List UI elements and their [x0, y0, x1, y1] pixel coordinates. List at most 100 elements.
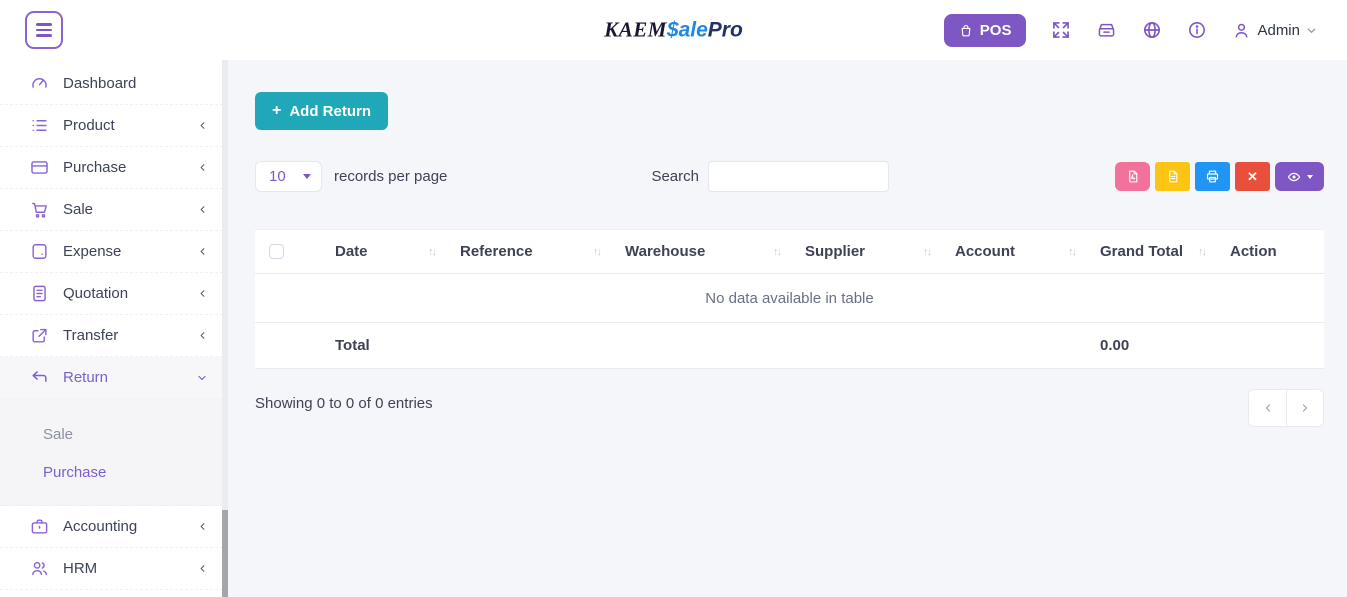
- chevron-left-icon: [197, 204, 208, 215]
- sidebar-item-return[interactable]: Return: [0, 357, 228, 399]
- user-icon: [1232, 21, 1251, 40]
- chevron-left-icon: [197, 120, 208, 131]
- printer-icon: [1205, 169, 1220, 184]
- table-footer: Showing 0 to 0 of 0 entries: [255, 389, 1324, 427]
- select-all-checkbox[interactable]: [269, 244, 284, 259]
- pagination: [1248, 389, 1324, 427]
- submenu-item-sale[interactable]: Sale: [0, 415, 228, 453]
- column-header-reference[interactable]: Reference ↑↓: [445, 230, 610, 274]
- sidebar-item-expense[interactable]: Expense: [0, 231, 228, 273]
- submenu-item-label: Sale: [43, 426, 73, 443]
- sidebar-scrollbar-thumb[interactable]: [222, 510, 228, 597]
- logo-sale: $ale: [667, 19, 708, 42]
- sort-icon[interactable]: ↑↓: [428, 246, 435, 258]
- column-visibility-button[interactable]: [1275, 162, 1324, 191]
- empty-message: No data available in table: [255, 274, 1324, 323]
- sidebar-item-sale[interactable]: Sale: [0, 189, 228, 231]
- chevron-left-icon: [197, 521, 208, 532]
- sidebar-item-accounting[interactable]: Accounting: [0, 506, 228, 548]
- admin-menu[interactable]: Admin: [1232, 21, 1317, 40]
- column-header-action: Action: [1215, 230, 1324, 274]
- sidebar-item-dashboard[interactable]: Dashboard: [0, 63, 228, 105]
- empty-state-row: No data available in table: [255, 274, 1324, 323]
- search-input[interactable]: [708, 161, 889, 192]
- sidebar-item-label: Quotation: [63, 285, 197, 302]
- globe-icon[interactable]: [1142, 20, 1162, 40]
- expense-file-icon: [30, 242, 49, 261]
- sidebar-item-label: HRM: [63, 560, 197, 577]
- column-label: Grand Total: [1100, 243, 1183, 260]
- select-all-header: [255, 230, 320, 274]
- logo-pro: Pro: [708, 19, 743, 42]
- sort-icon[interactable]: ↑↓: [923, 246, 930, 258]
- total-row: Total 0.00: [255, 323, 1324, 369]
- chevron-down-icon: [1306, 25, 1317, 36]
- total-value: 0.00: [1085, 323, 1215, 369]
- column-header-supplier[interactable]: Supplier ↑↓: [790, 230, 940, 274]
- export-file-button[interactable]: [1155, 162, 1190, 191]
- sidebar-item-label: Product: [63, 117, 197, 134]
- chevron-left-icon: [197, 288, 208, 299]
- column-header-warehouse[interactable]: Warehouse ↑↓: [610, 230, 790, 274]
- sidebar-item-transfer[interactable]: Transfer: [0, 315, 228, 357]
- admin-label: Admin: [1257, 22, 1300, 39]
- previous-page-button[interactable]: [1248, 389, 1286, 427]
- top-header: KAEM$alePro POS: [0, 0, 1347, 60]
- main-content: + Add Return 10 records per page Search: [228, 60, 1347, 597]
- users-icon: [30, 559, 49, 578]
- chevron-left-icon: [197, 162, 208, 173]
- plus-icon: +: [272, 102, 281, 120]
- sidebar-toggle-button[interactable]: [25, 11, 63, 49]
- sidebar-item-label: Transfer: [63, 327, 197, 344]
- export-buttons: ✕: [1115, 162, 1324, 191]
- info-icon[interactable]: [1187, 20, 1207, 40]
- sort-icon[interactable]: ↑↓: [593, 246, 600, 258]
- page-size-value: 10: [269, 168, 286, 185]
- sidebar-item-label: Dashboard: [63, 75, 208, 92]
- records-per-page-label: records per page: [334, 168, 447, 185]
- table-header-row: Date ↑↓ Reference ↑↓ Warehouse ↑↓: [255, 230, 1324, 274]
- pos-button-label: POS: [980, 22, 1012, 39]
- page-size-select[interactable]: 10: [255, 161, 322, 192]
- next-page-button[interactable]: [1286, 389, 1324, 427]
- return-arrow-icon: [30, 368, 49, 387]
- briefcase-icon: [30, 517, 49, 536]
- page-size-group: 10 records per page: [255, 161, 447, 192]
- sort-icon[interactable]: ↑↓: [1068, 246, 1075, 258]
- column-header-date[interactable]: Date ↑↓: [320, 230, 445, 274]
- sidebar-item-hrm[interactable]: HRM: [0, 548, 228, 590]
- sort-icon[interactable]: ↑↓: [1198, 246, 1205, 258]
- sidebar-item-label: Sale: [63, 201, 197, 218]
- table-controls: 10 records per page Search: [255, 161, 1324, 192]
- sidebar-item-label: Return: [63, 369, 196, 386]
- print-button[interactable]: [1195, 162, 1230, 191]
- sort-icon[interactable]: ↑↓: [773, 246, 780, 258]
- app-logo: KAEM$alePro: [604, 18, 743, 43]
- return-submenu: Sale Purchase: [0, 399, 228, 506]
- caret-down-icon: [303, 174, 311, 179]
- pos-button[interactable]: POS: [944, 14, 1027, 47]
- export-pdf-button[interactable]: [1115, 162, 1150, 191]
- sidebar-item-product[interactable]: Product: [0, 105, 228, 147]
- sidebar-item-quotation[interactable]: Quotation: [0, 273, 228, 315]
- column-header-grand-total[interactable]: Grand Total ↑↓: [1085, 230, 1215, 274]
- eye-icon: [1286, 170, 1302, 184]
- column-label: Account: [955, 243, 1015, 260]
- column-label: Reference: [460, 243, 533, 260]
- chevron-left-icon: [197, 563, 208, 574]
- file-lines-icon: [1166, 169, 1180, 184]
- column-header-account[interactable]: Account ↑↓: [940, 230, 1085, 274]
- list-icon: [30, 116, 49, 135]
- clear-filter-button[interactable]: ✕: [1235, 162, 1270, 191]
- sidebar: Dashboard Product Purchase: [0, 60, 228, 597]
- sidebar-item-purchase[interactable]: Purchase: [0, 147, 228, 189]
- fullscreen-icon[interactable]: [1051, 20, 1071, 40]
- add-return-button[interactable]: + Add Return: [255, 92, 388, 130]
- column-label: Warehouse: [625, 243, 705, 260]
- shopping-cart-icon: [30, 200, 49, 219]
- sidebar-item-label: Purchase: [63, 159, 197, 176]
- submenu-item-purchase[interactable]: Purchase: [0, 453, 228, 491]
- chevron-down-icon: [196, 372, 208, 384]
- cash-drawer-icon[interactable]: [1096, 20, 1117, 40]
- column-label: Date: [335, 243, 368, 260]
